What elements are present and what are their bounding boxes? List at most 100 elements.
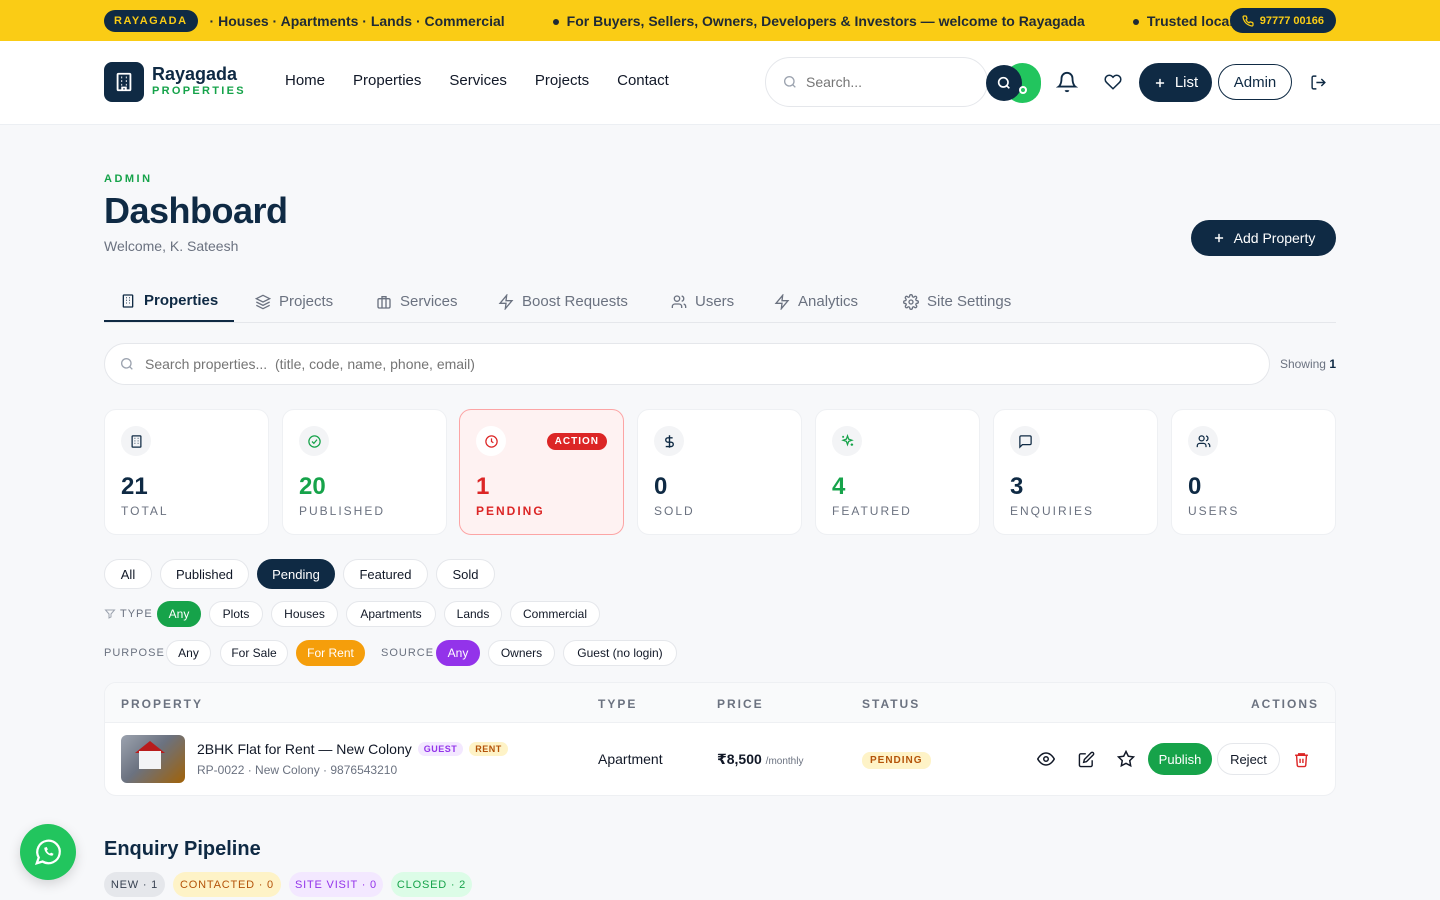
tab-boost-requests[interactable]: Boost Requests bbox=[498, 281, 628, 322]
edit-button[interactable] bbox=[1076, 749, 1096, 769]
site-header: Rayagada PROPERTIES Home Properties Serv… bbox=[0, 41, 1440, 125]
rent-tag: RENT bbox=[469, 742, 508, 756]
stat-value: 21 bbox=[121, 473, 148, 500]
purpose-for-sale[interactable]: For Sale bbox=[220, 640, 288, 666]
stage-site-visit[interactable]: SITE VISIT · 0 bbox=[289, 872, 383, 897]
stat-value: 0 bbox=[1188, 473, 1202, 500]
list-button-label: List bbox=[1174, 74, 1199, 91]
check-circle-icon bbox=[307, 434, 321, 448]
type-plots[interactable]: Plots bbox=[209, 601, 263, 627]
stage-new[interactable]: NEW · 1 bbox=[104, 872, 165, 897]
stat-card-featured[interactable]: 4 FEATURED bbox=[815, 409, 980, 535]
purpose-for-rent[interactable]: For Rent bbox=[296, 640, 365, 666]
type-any[interactable]: Any bbox=[157, 601, 201, 627]
col-property: PROPERTY bbox=[121, 697, 204, 711]
stat-card-users[interactable]: 0 USERS bbox=[1171, 409, 1336, 535]
logout-button[interactable] bbox=[1305, 69, 1331, 95]
filter-all[interactable]: All bbox=[104, 559, 152, 589]
property-search bbox=[104, 343, 1270, 385]
property-thumbnail[interactable] bbox=[121, 735, 185, 783]
filter-published[interactable]: Published bbox=[160, 559, 249, 589]
building-icon bbox=[131, 434, 141, 448]
header-search-button[interactable] bbox=[986, 65, 1022, 101]
users-icon bbox=[1196, 434, 1210, 447]
online-indicator bbox=[1019, 86, 1027, 94]
type-houses[interactable]: Houses bbox=[271, 601, 338, 627]
whatsapp-button[interactable] bbox=[20, 824, 76, 880]
stage-contacted[interactable]: CONTACTED · 0 bbox=[173, 872, 281, 897]
stat-value: 1 bbox=[476, 473, 490, 500]
card-icon-wrap bbox=[1010, 426, 1040, 456]
results-count: Showing 1 bbox=[1280, 357, 1336, 371]
tab-services[interactable]: Services bbox=[376, 281, 458, 322]
purpose-any[interactable]: Any bbox=[166, 640, 211, 666]
stat-card-published[interactable]: 20 PUBLISHED bbox=[282, 409, 447, 535]
nav-projects[interactable]: Projects bbox=[535, 72, 589, 89]
favorites-button[interactable] bbox=[1100, 69, 1126, 95]
logo-mark[interactable] bbox=[104, 62, 144, 102]
type-commercial[interactable]: Commercial bbox=[510, 601, 600, 627]
nav-home[interactable]: Home bbox=[285, 72, 325, 89]
notifications-button[interactable] bbox=[1054, 69, 1080, 95]
stage-closed[interactable]: CLOSED · 2 bbox=[391, 872, 472, 897]
filter-pending[interactable]: Pending bbox=[257, 559, 335, 589]
thumbnail-house bbox=[139, 751, 161, 769]
stat-label: ENQUIRIES bbox=[1010, 504, 1095, 518]
phone-button[interactable]: 97777 00166 bbox=[1229, 8, 1336, 33]
logo-name[interactable]: Rayagada bbox=[152, 64, 237, 85]
nav-properties[interactable]: Properties bbox=[353, 72, 421, 89]
lightning-icon bbox=[498, 293, 514, 310]
star-icon bbox=[1117, 750, 1135, 768]
header-search-input[interactable] bbox=[806, 74, 956, 90]
tab-properties[interactable]: Properties bbox=[104, 281, 235, 322]
ticker-brand-tag: RAYAGADA bbox=[104, 9, 198, 32]
property-title[interactable]: 2BHK Flat for Rent — New Colony bbox=[197, 741, 412, 757]
source-guest[interactable]: Guest (no login) bbox=[563, 640, 677, 666]
status-badge: PENDING bbox=[862, 752, 931, 769]
view-button[interactable] bbox=[1036, 749, 1056, 769]
property-search-input[interactable] bbox=[145, 356, 1145, 372]
stat-card-sold[interactable]: 0 SOLD bbox=[637, 409, 802, 535]
source-owners[interactable]: Owners bbox=[488, 640, 555, 666]
search-icon bbox=[784, 76, 796, 88]
publish-button[interactable]: Publish bbox=[1148, 743, 1212, 775]
stat-value: 4 bbox=[832, 473, 846, 500]
stat-value: 3 bbox=[1010, 473, 1024, 500]
filter-featured[interactable]: Featured bbox=[343, 559, 428, 589]
welcome-text: Welcome, K. Sateesh bbox=[104, 238, 239, 254]
stat-card-total[interactable]: 21 TOTAL bbox=[104, 409, 269, 535]
source-any[interactable]: Any bbox=[436, 640, 480, 666]
edit-icon bbox=[1078, 751, 1094, 767]
property-title-row: 2BHK Flat for Rent — New Colony GUEST RE… bbox=[197, 741, 508, 757]
users-icon bbox=[671, 294, 687, 308]
nav-services[interactable]: Services bbox=[449, 72, 507, 89]
plus-icon bbox=[1214, 233, 1223, 243]
layers-icon bbox=[255, 294, 271, 309]
stat-label: USERS bbox=[1188, 504, 1240, 518]
delete-button[interactable] bbox=[1291, 749, 1311, 769]
tab-projects[interactable]: Projects bbox=[255, 281, 333, 322]
add-property-button[interactable]: Add Property bbox=[1191, 220, 1336, 256]
type-lands[interactable]: Lands bbox=[444, 601, 502, 627]
type-apartments[interactable]: Apartments bbox=[346, 601, 436, 627]
message-icon bbox=[1018, 434, 1032, 449]
nav-contact[interactable]: Contact bbox=[617, 72, 669, 89]
admin-button[interactable]: Admin bbox=[1218, 64, 1292, 100]
reject-button[interactable]: Reject bbox=[1217, 743, 1280, 775]
feature-button[interactable] bbox=[1116, 749, 1136, 769]
list-property-button[interactable]: List bbox=[1139, 63, 1212, 102]
filter-sold[interactable]: Sold bbox=[436, 559, 495, 589]
tab-label: Properties bbox=[144, 292, 219, 309]
tab-site-settings[interactable]: Site Settings bbox=[903, 281, 1011, 322]
ticker-message-2: For Buyers, Sellers, Owners, Developers … bbox=[552, 13, 1085, 29]
stat-card-enquiries[interactable]: 3 ENQUIRIES bbox=[993, 409, 1158, 535]
lightning-icon bbox=[774, 293, 790, 310]
trash-icon bbox=[1294, 752, 1308, 767]
tab-analytics[interactable]: Analytics bbox=[774, 281, 858, 322]
logo-subtitle: PROPERTIES bbox=[152, 85, 246, 97]
tab-users[interactable]: Users bbox=[671, 281, 734, 322]
ticker-message-1: · Houses · Apartments · Lands · Commerci… bbox=[209, 12, 505, 29]
search-icon bbox=[997, 76, 1010, 89]
price-unit: /monthly bbox=[765, 756, 804, 767]
stat-card-pending[interactable]: ACTION 1 PENDING bbox=[459, 409, 624, 535]
